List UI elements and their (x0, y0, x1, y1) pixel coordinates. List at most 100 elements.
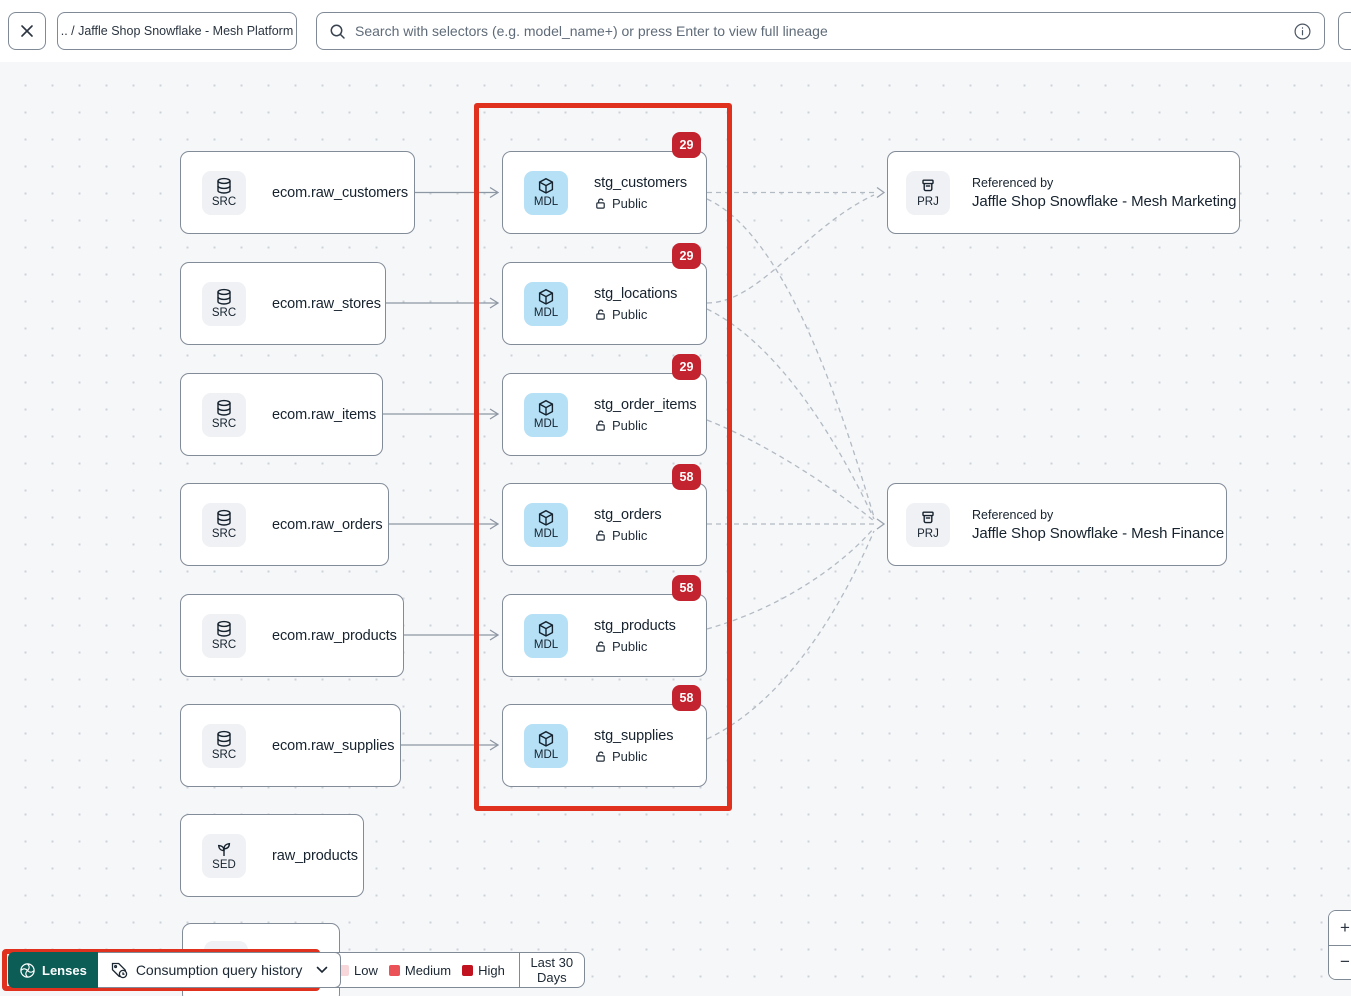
model-chip: MDL (524, 724, 568, 768)
node-type: MDL (534, 640, 558, 652)
legend-item-medium: Medium (389, 963, 451, 978)
access-row: Public (594, 749, 673, 764)
node-type: MDL (534, 197, 558, 209)
cube-icon (537, 620, 555, 638)
node-ecom-raw-supplies[interactable]: SRC ecom.raw_supplies (180, 704, 401, 787)
access-label: Public (612, 749, 647, 764)
breadcrumb-text: .. / Jaffle Shop Snowflake - Mesh Platfo… (61, 24, 294, 38)
dashed-edge-arrowheads (877, 188, 884, 530)
access-row: Public (594, 528, 662, 543)
access-row: Public (594, 639, 676, 654)
access-label: Public (612, 418, 647, 433)
lenses-button[interactable]: Lenses (8, 952, 98, 988)
cube-icon (537, 288, 555, 306)
seedling-icon (215, 840, 233, 858)
usage-count-badge: 29 (672, 243, 701, 269)
access-label: Public (612, 196, 647, 211)
lens-dropdown[interactable]: Consumption query history (98, 952, 342, 988)
lock-open-icon (594, 529, 607, 542)
model-chip: MDL (524, 171, 568, 215)
high-swatch (462, 965, 473, 976)
node-stg-supplies[interactable]: 58 MDL stg_supplies Public (502, 704, 707, 787)
access-label: Public (612, 528, 647, 543)
history-icon (1347, 21, 1351, 41)
node-project-mesh-marketing[interactable]: PRJ Referenced by Jaffle Shop Snowflake … (887, 151, 1240, 234)
usage-count-badge: 29 (672, 132, 701, 158)
access-row: Public (594, 418, 696, 433)
usage-count-badge: 58 (672, 685, 701, 711)
info-icon[interactable] (1293, 22, 1312, 41)
usage-count-badge: 58 (672, 575, 701, 601)
project-chip: PRJ (906, 503, 950, 547)
node-label: raw_products (272, 848, 358, 864)
seed-chip: SED (202, 834, 246, 878)
database-icon (215, 730, 233, 748)
node-stg-customers[interactable]: 29 MDL stg_customers Public (502, 151, 707, 234)
lens-selected-label: Consumption query history (136, 962, 303, 978)
node-project-mesh-finance[interactable]: PRJ Referenced by Jaffle Shop Snowflake … (887, 483, 1227, 566)
node-raw-products-seed[interactable]: SED raw_products (180, 814, 364, 897)
node-stg-products[interactable]: 58 MDL stg_products Public (502, 594, 707, 677)
legend-label: Medium (405, 963, 451, 978)
lineage-canvas[interactable]: SRC ecom.raw_customers SRC ecom.raw_stor… (0, 62, 1351, 996)
time-range-selector[interactable]: Last 30 Days (520, 955, 584, 985)
project-name: Jaffle Shop Snowflake - Mesh Finance (972, 525, 1224, 542)
node-type: SRC (212, 529, 236, 541)
lens-tag-icon (110, 961, 128, 979)
top-bar: .. / Jaffle Shop Snowflake - Mesh Platfo… (0, 0, 1351, 62)
history-button[interactable] (1338, 12, 1351, 50)
usage-count-badge: 29 (672, 354, 701, 380)
model-chip: MDL (524, 282, 568, 326)
node-label: ecom.raw_items (272, 407, 376, 423)
cube-icon (537, 509, 555, 527)
node-stg-orders[interactable]: 58 MDL stg_orders Public (502, 483, 707, 566)
node-ecom-raw-items[interactable]: SRC ecom.raw_items (180, 373, 383, 456)
node-label: ecom.raw_customers (272, 185, 408, 201)
archive-box-icon (919, 177, 937, 195)
zoom-in-button[interactable]: + (1329, 911, 1351, 946)
node-type: SED (212, 860, 236, 872)
dashed-edges (707, 193, 876, 740)
database-icon (215, 620, 233, 638)
node-label: stg_products (594, 618, 676, 634)
zoom-out-button[interactable]: − (1329, 946, 1351, 980)
node-label: stg_customers (594, 175, 687, 191)
node-stg-order-items[interactable]: 29 MDL stg_order_items Public (502, 373, 707, 456)
node-label: stg_order_items (594, 397, 696, 413)
close-button[interactable] (8, 12, 46, 50)
cube-icon (537, 399, 555, 417)
node-stg-locations[interactable]: 29 MDL stg_locations Public (502, 262, 707, 345)
breadcrumb[interactable]: .. / Jaffle Shop Snowflake - Mesh Platfo… (57, 12, 297, 50)
cube-icon (537, 730, 555, 748)
node-ecom-raw-products[interactable]: SRC ecom.raw_products (180, 594, 404, 677)
lock-open-icon (594, 750, 607, 763)
database-icon (215, 509, 233, 527)
node-ecom-raw-customers[interactable]: SRC ecom.raw_customers (180, 151, 415, 234)
node-type: PRJ (917, 197, 939, 209)
node-ecom-raw-orders[interactable]: SRC ecom.raw_orders (180, 483, 389, 566)
node-type: SRC (212, 308, 236, 320)
cube-icon (537, 177, 555, 195)
lock-open-icon (594, 308, 607, 321)
source-chip: SRC (202, 393, 246, 437)
node-type: MDL (534, 308, 558, 320)
usage-legend: Low Medium High Last 30 Days (323, 952, 585, 988)
archive-box-icon (919, 509, 937, 527)
model-chip: MDL (524, 503, 568, 547)
node-type: MDL (534, 419, 558, 431)
source-chip: SRC (202, 614, 246, 658)
node-type: MDL (534, 750, 558, 762)
medium-swatch (389, 965, 400, 976)
node-label: ecom.raw_supplies (272, 738, 394, 754)
lock-open-icon (594, 640, 607, 653)
project-name: Jaffle Shop Snowflake - Mesh Marketing (972, 193, 1236, 210)
source-chip: SRC (202, 282, 246, 326)
search-input[interactable] (355, 23, 1284, 39)
model-chip: MDL (524, 393, 568, 437)
node-label: stg_locations (594, 286, 677, 302)
legend-items: Low Medium High (324, 963, 519, 978)
search-icon (329, 23, 346, 40)
node-ecom-raw-stores[interactable]: SRC ecom.raw_stores (180, 262, 386, 345)
legend-label: Low (354, 963, 378, 978)
source-chip: SRC (202, 503, 246, 547)
